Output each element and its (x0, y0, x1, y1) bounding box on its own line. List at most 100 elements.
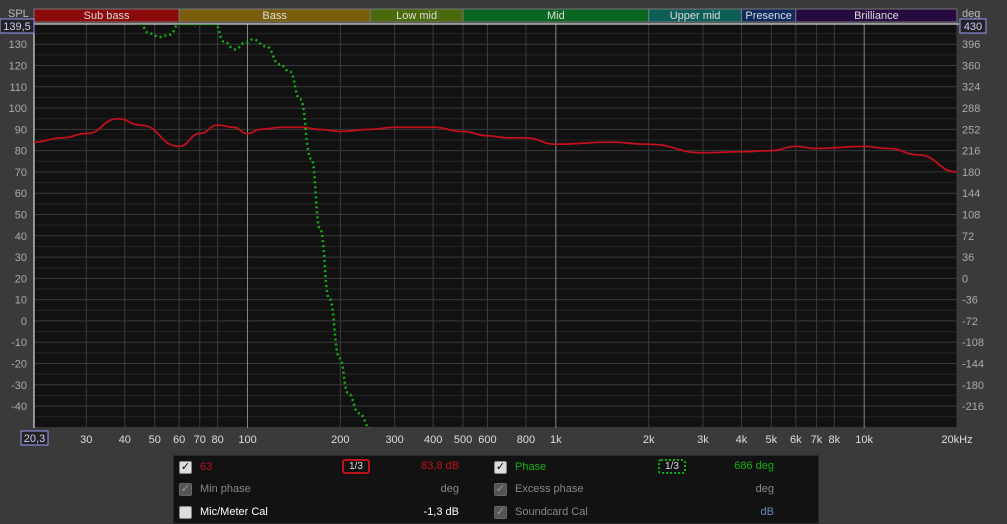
x-tick-label: 1k (550, 434, 562, 446)
value-excess-phase: deg (755, 483, 774, 495)
y-tick-label: 0 (21, 316, 27, 328)
y-tick-label: 60 (15, 188, 27, 200)
value-mic-cal: -1,3 dB (423, 506, 459, 518)
y-right-tick-label: 144 (962, 188, 980, 200)
series-label: Phase (515, 461, 547, 473)
y-tick-label: 10 (15, 295, 27, 307)
band-label: Brilliance (854, 10, 899, 22)
y-tick-label: 90 (15, 124, 27, 136)
legend-row-phase[interactable]: ✓ Phase (494, 457, 546, 477)
series-label: Excess phase (515, 483, 584, 495)
x-tick-label: 200 (331, 434, 349, 446)
checkbox-phase[interactable]: ✓ (494, 460, 507, 474)
y-right-axis-title: deg (962, 8, 980, 20)
x-tick-label: 6k (790, 434, 802, 446)
checkbox-mic-cal[interactable]: ✓ (179, 505, 192, 519)
legend-row-soundcard-cal[interactable]: ✓ Soundcard Cal (494, 502, 588, 522)
y-right-tick-label: 252 (962, 124, 980, 136)
legend-row-excess-phase[interactable]: ✓ Excess phase (494, 479, 583, 499)
band-label: Upper mid (670, 10, 721, 22)
legend-row-63[interactable]: ✓ 63 (179, 457, 212, 477)
x-min-input-text[interactable]: 20,3 (24, 433, 45, 445)
x-tick-label: 80 (212, 434, 224, 446)
y-right-tick-label: 216 (962, 146, 980, 158)
x-tick-label: 4k (736, 434, 748, 446)
y-tick-label: 130 (9, 39, 27, 51)
y-tick-label: 100 (9, 103, 27, 115)
x-tick-label: 7k (811, 434, 823, 446)
band-label: Sub bass (84, 10, 130, 22)
y-tick-label: -30 (11, 380, 27, 392)
y-tick-label: -10 (11, 337, 27, 349)
y-right-tick-label: -144 (962, 359, 984, 371)
value-min-phase: deg (440, 483, 459, 495)
plot-area (34, 24, 957, 428)
band-label: Presence (745, 10, 791, 22)
series-label: Mic/Meter Cal (200, 506, 268, 518)
y-tick-label: 110 (9, 82, 27, 94)
y-right-tick-label: -36 (962, 295, 978, 307)
y-tick-label: -20 (11, 359, 27, 371)
y-right-tick-label: 396 (962, 39, 980, 51)
y-max-input-text[interactable]: 139,5 (3, 21, 31, 33)
y-right-tick-label: -72 (962, 316, 978, 328)
band-label: Mid (547, 10, 565, 22)
x-tick-label: 600 (478, 434, 496, 446)
value-63: 83,8 dB (421, 460, 459, 472)
x-tick-label: 60 (173, 434, 185, 446)
y-tick-label: 80 (15, 146, 27, 158)
x-tick-label: 300 (385, 434, 403, 446)
band-label: Low mid (396, 10, 437, 22)
y-right-tick-label: 36 (962, 252, 974, 264)
y-right-tick-label: 288 (962, 103, 980, 115)
y-right-tick-label: -216 (962, 401, 984, 413)
y-right-tick-label: -108 (962, 337, 984, 349)
x-tick-label: 20kHz (941, 434, 972, 446)
y-tick-label: 40 (15, 231, 27, 243)
x-tick-label: 800 (517, 434, 535, 446)
x-tick-label: 8k (828, 434, 840, 446)
y-tick-label: -40 (11, 401, 27, 413)
x-tick-label: 70 (194, 434, 206, 446)
value-soundcard-cal: dB (760, 506, 774, 518)
y-tick-label: 30 (15, 252, 27, 264)
x-tick-label: 2k (643, 434, 655, 446)
series-label: Soundcard Cal (515, 506, 588, 518)
x-tick-label: 100 (238, 434, 256, 446)
y-right-max-input-text[interactable]: 430 (964, 21, 982, 33)
checkbox-63[interactable]: ✓ (179, 460, 192, 474)
legend-row-mic-cal[interactable]: ✓ Mic/Meter Cal (179, 502, 268, 522)
y-right-tick-label: 108 (962, 209, 980, 221)
y-tick-label: 70 (15, 167, 27, 179)
checkbox-excess-phase[interactable]: ✓ (494, 482, 507, 496)
x-tick-label: 5k (766, 434, 778, 446)
x-tick-label: 400 (424, 434, 442, 446)
x-tick-label: 10k (855, 434, 873, 446)
value-phase: 686 deg (734, 460, 774, 472)
y-right-tick-label: 0 (962, 273, 968, 285)
x-tick-label: 50 (149, 434, 161, 446)
x-tick-label: 40 (119, 434, 131, 446)
y-right-tick-label: 360 (962, 60, 980, 72)
y-tick-label: 120 (9, 61, 27, 73)
legend-row-min-phase[interactable]: ✓ Min phase (179, 479, 251, 499)
y-right-tick-label: 180 (962, 167, 980, 179)
checkbox-soundcard-cal[interactable]: ✓ (494, 505, 507, 519)
legend-panel: ✓ 63 1/3 83,8 dB ✓ Min phase deg ✓ Mic/M… (173, 455, 819, 524)
y-right-tick-label: -180 (962, 380, 984, 392)
smoothing-button-phase[interactable]: 1/3 (658, 459, 686, 474)
y-right-tick-label: 324 (962, 82, 980, 94)
band-label: Bass (262, 10, 287, 22)
series-label: 63 (200, 461, 213, 473)
x-tick-label: 30 (80, 434, 92, 446)
y-right-tick-label: 72 (962, 231, 974, 243)
series-label: Min phase (200, 483, 251, 495)
spl-phase-chart[interactable]: Sub bass Bass Low mid Mid Upper mid Presence B… (0, 0, 1007, 455)
checkbox-min-phase[interactable]: ✓ (179, 482, 192, 496)
x-tick-label: 500 (454, 434, 472, 446)
y-tick-label: 50 (15, 210, 27, 222)
y-tick-label: 20 (15, 273, 27, 285)
y-axis-title: SPL (8, 8, 29, 20)
x-tick-label: 3k (697, 434, 709, 446)
smoothing-button-63[interactable]: 1/3 (342, 459, 370, 474)
